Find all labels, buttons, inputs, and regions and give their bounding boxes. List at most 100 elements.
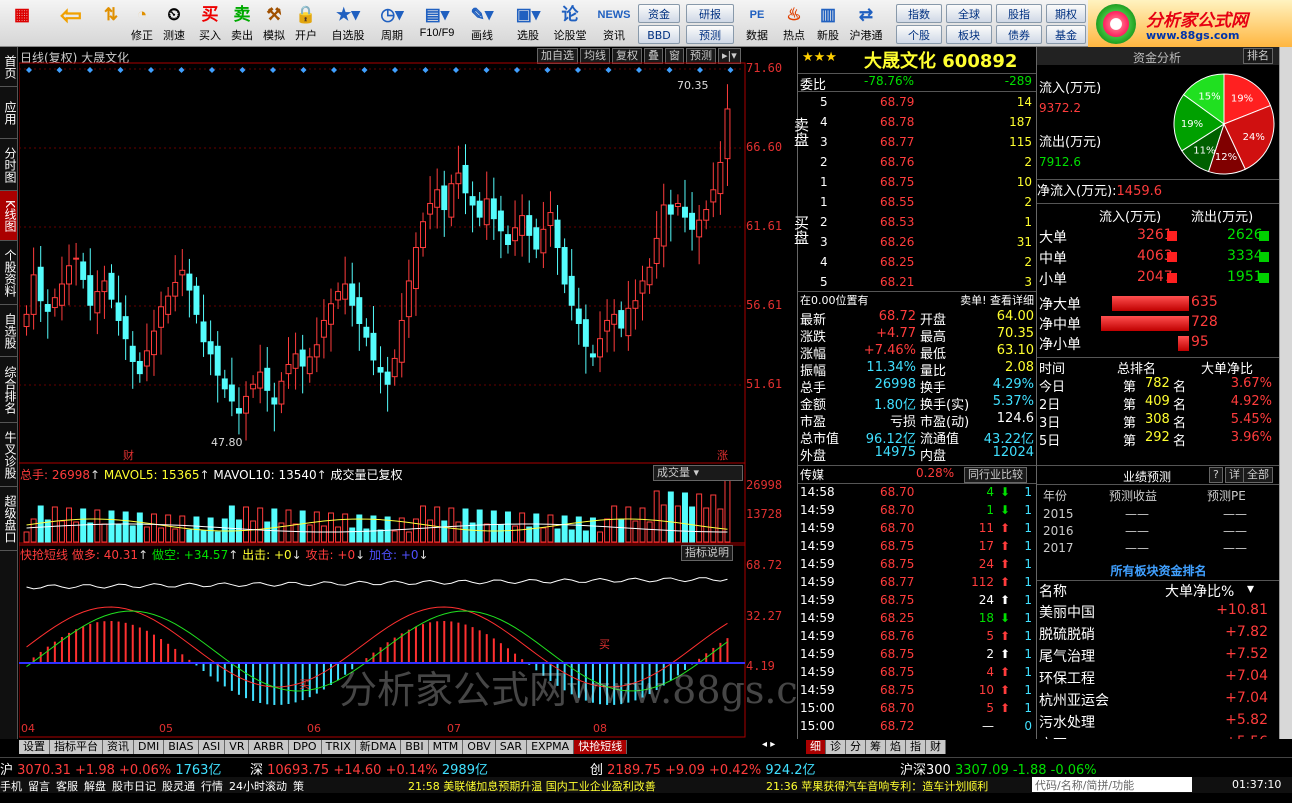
news-ticker-2[interactable]: 21:36 苹果获得汽车音响专利：造车计划顺利 xyxy=(766,778,988,794)
index-quote[interactable]: 创 2189.75 +9.09 +0.42% 924.2亿 xyxy=(590,759,816,778)
revise-button[interactable]: ◔ 修正 xyxy=(128,3,156,45)
sidebar-timeshare[interactable]: 分时图 xyxy=(0,139,17,191)
tab-indicator[interactable]: 快抢短线 xyxy=(574,740,628,754)
research-button[interactable]: 研报 xyxy=(686,4,734,23)
tab-indicator[interactable]: DPO xyxy=(288,740,322,754)
tab-detail[interactable]: 焰 xyxy=(886,740,906,754)
bid-level[interactable]: 3 68.26 31 xyxy=(798,235,1036,254)
news-ticker-1[interactable]: 21:58 美联储加息预期升温 国内工业企业盈利改善 xyxy=(408,778,656,794)
capital-button[interactable]: 资金 xyxy=(638,4,680,23)
sidebar-ranking[interactable]: 综合排名 xyxy=(0,357,17,423)
tab-detail[interactable]: 分 xyxy=(846,740,866,754)
speed-test-button[interactable]: ⏲ 测速 xyxy=(160,3,188,45)
status-item[interactable]: 手机 xyxy=(0,780,22,793)
tab-indicator[interactable]: 资讯 xyxy=(103,740,134,754)
tab-indicator[interactable]: BIAS xyxy=(164,740,199,754)
sidebar-level2[interactable]: 超级盘口 xyxy=(0,487,17,551)
status-item[interactable]: 解盘 xyxy=(84,780,106,793)
board-row[interactable]: 尾气治理 +7.52 xyxy=(1037,646,1280,665)
status-item[interactable]: 客服 xyxy=(56,780,78,793)
hk-connect-button[interactable]: ⇄ 沪港通 xyxy=(846,3,886,45)
ask-level[interactable]: 2 68.76 2 xyxy=(798,155,1036,174)
tab-detail[interactable]: 财 xyxy=(926,740,946,754)
board-row[interactable]: 美丽中国 +10.81 xyxy=(1037,602,1280,621)
status-item[interactable]: 策 xyxy=(293,780,304,793)
bond-button[interactable]: 债券 xyxy=(996,25,1042,44)
data-button[interactable]: PE 数据 xyxy=(742,3,772,45)
search-input[interactable]: 代码/名称/简拼/功能 xyxy=(1032,777,1192,792)
board-row[interactable]: 污水处理 +5.82 xyxy=(1037,712,1280,731)
stocks-button[interactable]: 个股 xyxy=(896,25,942,44)
bid-level[interactable]: 1 68.55 2 xyxy=(798,195,1036,214)
sidebar-kline[interactable]: K线图 xyxy=(0,191,17,241)
tab-detail[interactable]: 筹 xyxy=(866,740,886,754)
volume-dropdown[interactable]: 成交量 ▾ xyxy=(653,465,743,481)
buy-button[interactable]: 买买入 xyxy=(196,3,224,45)
tab-indicator[interactable]: 指标平台 xyxy=(50,740,103,754)
simulate-button[interactable]: ⚒ 模拟 xyxy=(260,3,288,45)
tab-indicator[interactable]: EXPMA xyxy=(527,740,575,754)
sector-button[interactable]: 板块 xyxy=(946,25,992,44)
status-item[interactable]: 24小时滚动 xyxy=(229,780,287,793)
tab-indicator[interactable]: TRIX xyxy=(321,740,356,754)
forecast-button[interactable]: 预测 xyxy=(686,25,734,44)
watchlist-button[interactable]: ★▾ 自选股 xyxy=(328,3,368,45)
global-button[interactable]: 全球 xyxy=(946,4,992,23)
options-button[interactable]: 期权 xyxy=(1046,4,1086,23)
stock-picker-button[interactable]: ▣▾ 选股 xyxy=(508,3,548,45)
board-row[interactable]: 脱硫脱硝 +7.82 xyxy=(1037,624,1280,643)
hotspot-button[interactable]: ♨ 热点 xyxy=(778,3,810,45)
perf-all-button[interactable]: 全部 xyxy=(1243,467,1273,483)
sidebar-diagnosis[interactable]: 牛叉诊股 xyxy=(0,423,17,487)
tab-detail[interactable]: 指 xyxy=(906,740,926,754)
right-scrollbar[interactable] xyxy=(1279,47,1292,739)
tab-indicator[interactable]: VR xyxy=(225,740,250,754)
peer-compare-button[interactable]: 同行业比较 xyxy=(964,467,1027,483)
limit-up-marker[interactable]: 涨 xyxy=(717,447,728,463)
ask-level[interactable]: 3 68.77 115 xyxy=(798,135,1036,154)
up-down-icon[interactable]: ⇅ xyxy=(98,3,124,45)
tab-scroll-icon[interactable]: ◂ ▸ xyxy=(762,739,775,750)
forum-button[interactable]: 论论股堂 xyxy=(552,3,588,45)
board-row[interactable]: 杭州亚运会 +7.04 xyxy=(1037,690,1280,709)
sidebar-watchlist[interactable]: 自选股 xyxy=(0,305,17,357)
tab-indicator[interactable]: SAR xyxy=(495,740,528,754)
board-row[interactable]: 环保工程 +7.04 xyxy=(1037,668,1280,687)
bbd-button[interactable]: BBD xyxy=(638,25,680,44)
tab-indicator[interactable]: OBV xyxy=(463,740,496,754)
sidebar-home[interactable]: 首页 xyxy=(0,47,17,87)
status-item[interactable]: 股市日记 xyxy=(112,780,156,793)
tab-detail[interactable]: 诊 xyxy=(826,740,846,754)
period-button[interactable]: ◷▾ 周期 xyxy=(372,3,412,45)
tab-indicator[interactable]: 新DMA xyxy=(355,740,402,754)
new-stock-button[interactable]: ▥ 新股 xyxy=(812,3,844,45)
index-quote[interactable]: 沪 3070.31 +1.98 +0.06% 1763亿 xyxy=(0,759,221,778)
tab-indicator[interactable]: DMI xyxy=(134,740,165,754)
status-item[interactable]: 行情 xyxy=(201,780,223,793)
fund-rank-button[interactable]: 排名 xyxy=(1243,48,1273,64)
windows-icon[interactable]: ▦ xyxy=(2,3,42,45)
tab-indicator[interactable]: 设置 xyxy=(19,740,50,754)
fund-button[interactable]: 基金 xyxy=(1046,25,1086,44)
perf-help-button[interactable]: ? xyxy=(1209,467,1223,483)
ask-level[interactable]: 5 68.79 14 xyxy=(798,95,1036,114)
tab-detail[interactable]: 细 xyxy=(806,740,826,754)
index-button[interactable]: 指数 xyxy=(896,4,942,23)
ask-level[interactable]: 4 68.78 187 xyxy=(798,115,1036,134)
ask-level[interactable]: 1 68.75 10 xyxy=(798,175,1036,194)
open-account-button[interactable]: 🔒 开户 xyxy=(292,3,320,45)
tab-indicator[interactable]: ASI xyxy=(198,740,226,754)
status-item[interactable]: 股灵通 xyxy=(162,780,195,793)
perf-detail-button[interactable]: 详 xyxy=(1225,467,1244,483)
tab-indicator[interactable]: ARBR xyxy=(249,740,289,754)
tab-indicator[interactable]: MTM xyxy=(428,740,464,754)
f10-button[interactable]: ▤▾ F10/F9 xyxy=(414,3,460,45)
bid-level[interactable]: 2 68.53 1 xyxy=(798,215,1036,234)
sidebar-apps[interactable]: 应用 xyxy=(0,87,17,139)
indicator-help-button[interactable]: 指标说明 xyxy=(681,545,733,561)
kline-chart-panel[interactable]: 日线(复权) 大晟文化 加自选 均线 复权 叠 窗 预测 ▸|▾ 71.60 6… xyxy=(19,47,857,739)
draw-line-button[interactable]: ✎▾ 画线 xyxy=(462,3,502,45)
back-arrow-icon[interactable]: ⇦ xyxy=(52,2,90,45)
sell-button[interactable]: 卖卖出 xyxy=(228,3,256,45)
futures-button[interactable]: 股指 xyxy=(996,4,1042,23)
